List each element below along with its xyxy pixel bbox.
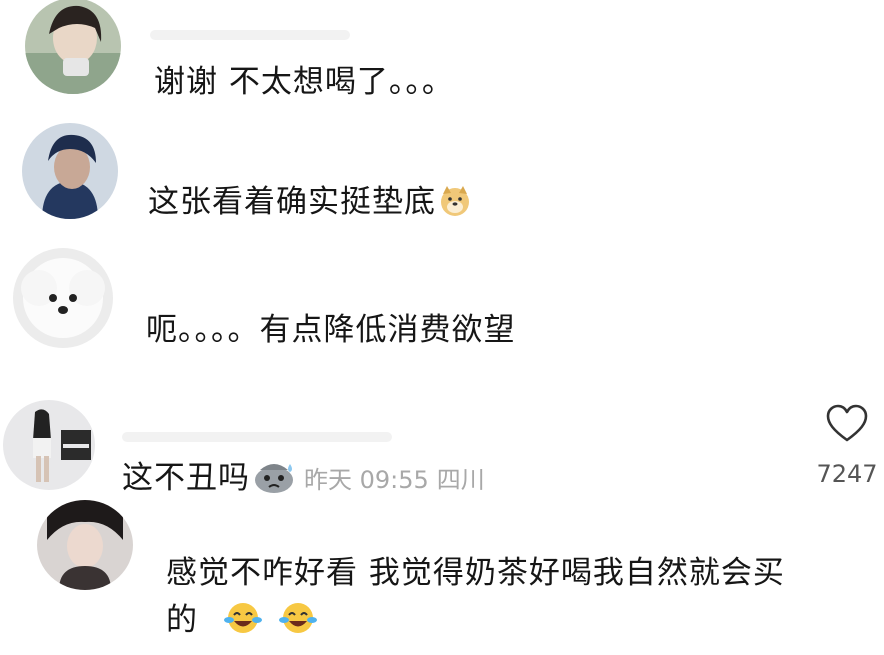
comment-text-content: 呃。。。。有点降低消费欲望 [146, 312, 516, 348]
sweat-emoji-icon [252, 460, 296, 506]
comment-text-content: 谢谢 不太想喝了。。。 [154, 64, 454, 100]
like-count: 7247 [816, 460, 878, 488]
avatar[interactable] [3, 400, 95, 490]
comment-text-content: 的 [166, 602, 198, 638]
crying-laughing-emoji-icon [278, 600, 318, 648]
comment-text: 这不丑吗 昨天 09:55 四川 [122, 456, 485, 506]
heart-outline-icon [825, 404, 869, 448]
comment-text-content: 这不丑吗 [122, 460, 250, 496]
comment-text: 这张看着确实挺垫底 [148, 180, 472, 230]
avatar[interactable] [37, 500, 133, 590]
comment-text-content: 这张看着确实挺垫底 [148, 184, 436, 220]
comment-text-line2: 的 [166, 598, 318, 648]
comment-text: 呃。。。。有点降低消费欲望 [146, 308, 516, 352]
comment-location: 四川 [436, 466, 485, 494]
comment-text: 谢谢 不太想喝了。。。 [154, 60, 454, 104]
doge-emoji-icon [438, 184, 472, 230]
avatar[interactable] [22, 123, 118, 219]
like-button[interactable]: 7247 [812, 404, 882, 488]
avatar[interactable] [13, 248, 113, 348]
comment-text-content: 感觉不咋好看 我觉得奶茶好喝我自然就会买 [166, 555, 785, 591]
avatar[interactable] [25, 0, 121, 94]
comment-time: 昨天 09:55 [304, 466, 429, 494]
crying-laughing-emoji-icon [223, 600, 263, 648]
comment-text: 感觉不咋好看 我觉得奶茶好喝我自然就会买 [166, 551, 785, 595]
